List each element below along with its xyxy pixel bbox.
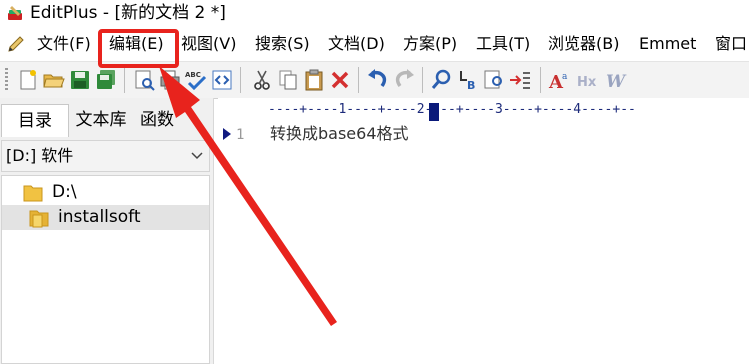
menu-view[interactable]: 视图(V) <box>181 34 236 54</box>
toolbar-separator <box>124 67 125 93</box>
menu-emmet[interactable]: Emmet <box>639 34 696 54</box>
folder-icon <box>23 185 43 202</box>
print-icon[interactable] <box>158 68 182 92</box>
editor-area[interactable]: ----+----1----+----2----+----3----+----4… <box>218 98 749 364</box>
menu-document[interactable]: 文档(D) <box>328 34 385 54</box>
editplus-app-icon <box>8 6 22 20</box>
tree-item-drive-root[interactable]: D:\ <box>2 180 209 205</box>
word-wrap-icon[interactable]: W <box>604 68 628 92</box>
menu-tools[interactable]: 工具(T) <box>476 34 530 54</box>
svg-text:ABC: ABC <box>185 71 201 79</box>
column-ruler: ----+----1----+----2----+----3----+----4… <box>268 102 636 117</box>
save-all-icon[interactable] <box>94 68 118 92</box>
folder-tree: D:\ installsoft <box>1 175 210 364</box>
tree-item-installsoft[interactable]: installsoft <box>2 205 209 230</box>
svg-text:a: a <box>562 72 568 82</box>
svg-text:W: W <box>606 72 627 92</box>
toolbar-separator <box>422 67 423 93</box>
toolbar-separator <box>358 67 359 93</box>
tab-functions[interactable]: 函数 <box>135 104 179 136</box>
drive-select-value: [D:] 软件 <box>6 146 74 165</box>
window-title: EditPlus - [新的文档 2 *] <box>30 3 226 23</box>
svg-text:Hx: Hx <box>577 75 597 90</box>
svg-text:B: B <box>467 79 475 92</box>
spell-check-icon[interactable]: ABC <box>184 68 208 92</box>
pencil-icon <box>8 36 24 52</box>
html-preview-icon[interactable] <box>210 68 234 92</box>
find-icon[interactable] <box>430 68 454 92</box>
directory-panel: 目录 文本库 函数 [D:] 软件 D:\ installsoft <box>0 98 214 364</box>
save-icon[interactable] <box>68 68 92 92</box>
font-icon[interactable]: Aa <box>548 68 572 92</box>
undo-icon[interactable] <box>366 68 390 92</box>
menu-file[interactable]: 文件(F) <box>37 34 91 54</box>
cut-icon[interactable] <box>250 68 274 92</box>
current-line-arrow-icon <box>223 128 231 140</box>
tree-item-label: D:\ <box>52 182 77 202</box>
toolbar-grip[interactable] <box>5 68 8 92</box>
folder-open-icon <box>29 210 49 228</box>
tree-item-label: installsoft <box>58 207 141 227</box>
editor-line[interactable]: 转换成base64格式 <box>270 124 409 144</box>
find-in-files-icon[interactable] <box>482 68 506 92</box>
go-to-line-icon[interactable] <box>508 68 532 92</box>
tab-directory[interactable]: 目录 <box>1 104 69 137</box>
title-bar: EditPlus - [新的文档 2 *] <box>0 0 749 28</box>
chevron-down-icon <box>191 152 203 160</box>
open-folder-icon[interactable] <box>42 68 66 92</box>
menu-browser[interactable]: 浏览器(B) <box>548 34 619 54</box>
paste-icon[interactable] <box>302 68 326 92</box>
menu-search[interactable]: 搜索(S) <box>255 34 310 54</box>
ruler-cursor-marker <box>429 103 439 121</box>
menu-project[interactable]: 方案(P) <box>403 34 457 54</box>
redo-icon[interactable] <box>392 68 416 92</box>
tab-cliptext[interactable]: 文本库 <box>70 104 132 136</box>
print-preview-icon[interactable] <box>132 68 156 92</box>
line-number: 1 <box>236 127 245 143</box>
hex-view-icon[interactable]: Hx <box>576 68 600 92</box>
toolbar-separator <box>540 67 541 93</box>
new-file-icon[interactable] <box>16 68 40 92</box>
delete-icon[interactable] <box>328 68 352 92</box>
toolbar-separator <box>240 67 241 93</box>
drive-select[interactable]: [D:] 软件 <box>1 140 210 172</box>
copy-icon[interactable] <box>276 68 300 92</box>
menu-window[interactable]: 窗口 <box>715 34 747 54</box>
replace-icon[interactable]: B <box>456 68 480 92</box>
annotation-highlight-box <box>98 29 179 68</box>
